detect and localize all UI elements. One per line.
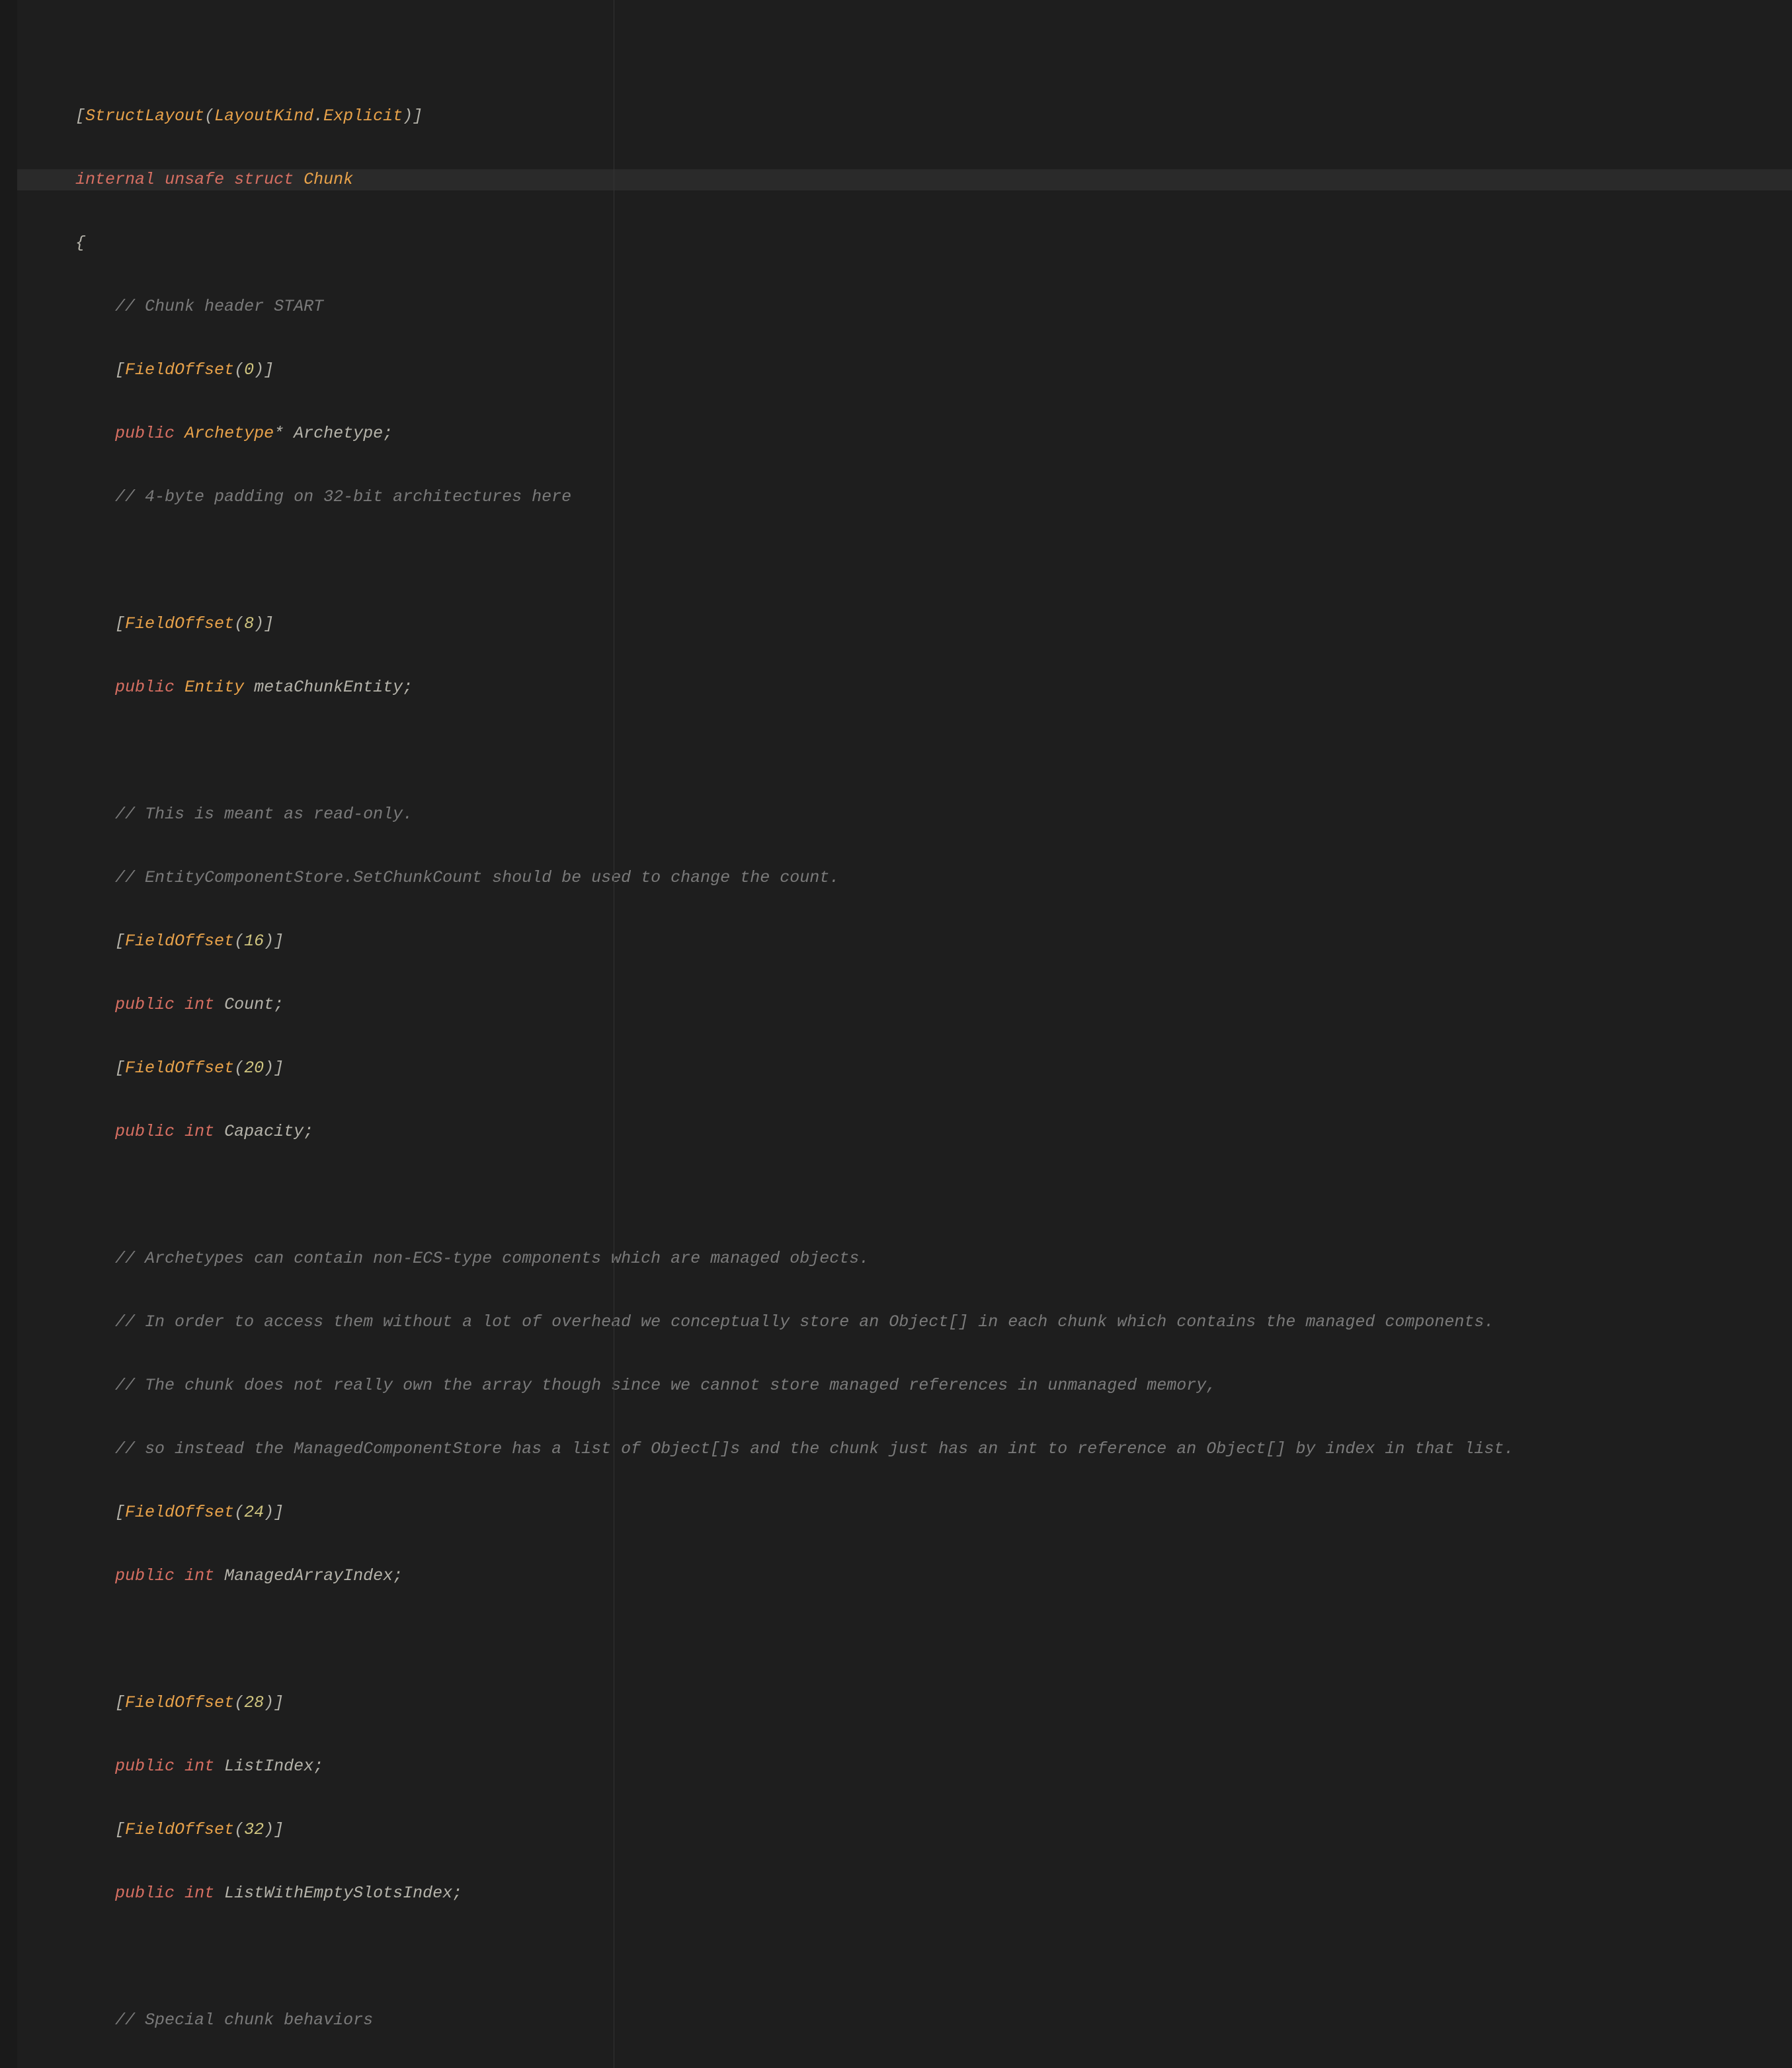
code-line[interactable]: public int Count; [0,994,1792,1015]
code-line[interactable]: [FieldOffset(24)] [0,1502,1792,1523]
code-line[interactable]: // In order to access them without a lot… [0,1312,1792,1333]
code-line[interactable]: // Archetypes can contain non-ECS-type c… [0,1248,1792,1269]
code-editor[interactable]: [StructLayout(LayoutKind.Explicit)] inte… [0,0,1792,2068]
code-line[interactable]: public Archetype* Archetype; [0,423,1792,444]
editor-gutter [0,0,17,2068]
code-line[interactable]: [FieldOffset(28)] [0,1692,1792,1714]
code-line[interactable]: // Special chunk behaviors [0,2010,1792,2031]
code-line[interactable]: [FieldOffset(16)] [0,931,1792,952]
code-line[interactable]: // so instead the ManagedComponentStore … [0,1439,1792,1460]
code-line[interactable] [0,1946,1792,1968]
code-line[interactable]: public int ListIndex; [0,1756,1792,1777]
code-line[interactable] [0,1629,1792,1650]
code-line[interactable]: public int Capacity; [0,1121,1792,1142]
code-line[interactable]: public int ListWithEmptySlotsIndex; [0,1883,1792,1904]
code-line[interactable] [0,740,1792,762]
code-line[interactable]: // EntityComponentStore.SetChunkCount sh… [0,867,1792,889]
code-line[interactable]: [FieldOffset(20)] [0,1058,1792,1079]
code-line[interactable]: // This is meant as read-only. [0,804,1792,825]
code-line-highlighted[interactable]: internal unsafe struct Chunk [0,169,1792,190]
code-line[interactable] [0,1185,1792,1206]
code-line[interactable]: { [0,233,1792,254]
code-line[interactable]: // The chunk does not really own the arr… [0,1375,1792,1396]
code-line[interactable]: [FieldOffset(0)] [0,360,1792,381]
code-line[interactable]: [FieldOffset(8)] [0,614,1792,635]
code-line[interactable]: // 4-byte padding on 32-bit architecture… [0,487,1792,508]
code-line[interactable] [0,550,1792,571]
code-line[interactable]: [StructLayout(LayoutKind.Explicit)] [0,106,1792,127]
code-line[interactable]: public Entity metaChunkEntity; [0,677,1792,698]
code-line[interactable]: public int ManagedArrayIndex; [0,1566,1792,1587]
code-line[interactable]: [FieldOffset(32)] [0,1819,1792,1841]
code-line[interactable]: // Chunk header START [0,296,1792,317]
